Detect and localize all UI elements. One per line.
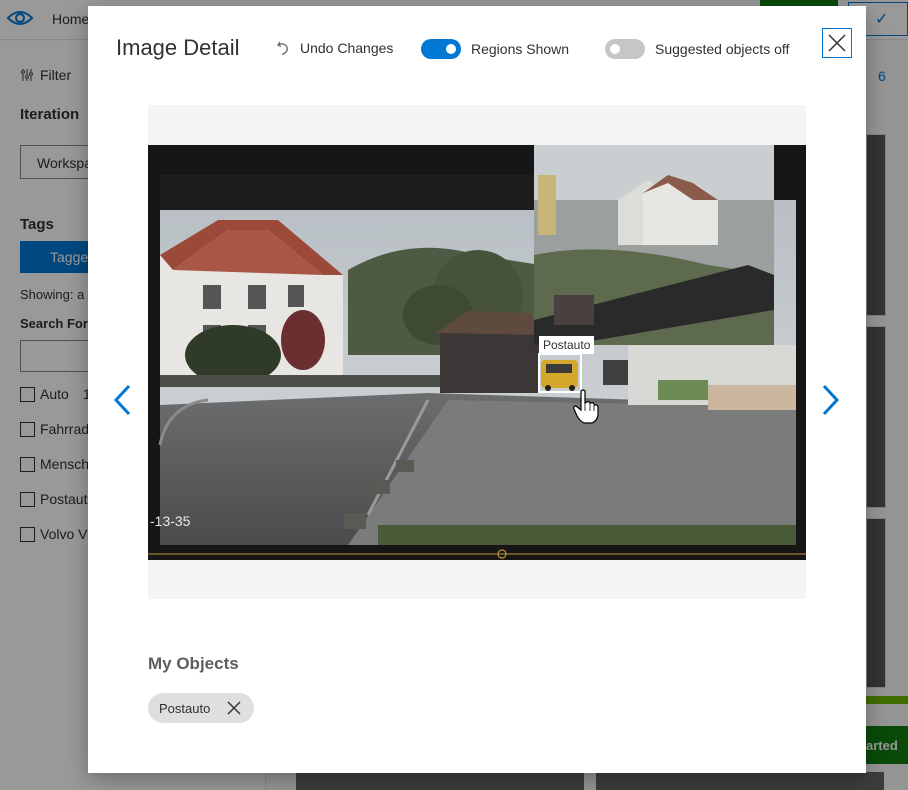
dialog-title: Image Detail bbox=[116, 35, 240, 60]
region-tag-label[interactable]: Postauto bbox=[539, 336, 595, 354]
hand-cursor-icon bbox=[573, 389, 599, 424]
chevron-left-icon bbox=[113, 384, 131, 416]
object-tag-chip[interactable]: Postauto bbox=[148, 693, 255, 723]
region-bounding-box[interactable] bbox=[538, 353, 582, 393]
suggested-objects-toggle[interactable] bbox=[605, 39, 645, 59]
close-button[interactable] bbox=[822, 28, 852, 58]
image-detail-dialog: Image Detail Undo Changes Regions Shown … bbox=[88, 6, 866, 773]
remove-tag-icon bbox=[227, 701, 241, 715]
regions-shown-label: Regions Shown bbox=[471, 41, 570, 57]
detail-image[interactable]: -13-35 bbox=[148, 145, 806, 560]
timestamp-overlay: -13-35 bbox=[150, 513, 191, 529]
chevron-right-icon bbox=[822, 384, 840, 416]
undo-changes-button[interactable]: Undo Changes bbox=[276, 40, 393, 56]
remove-tag-button[interactable] bbox=[226, 700, 242, 716]
undo-icon bbox=[277, 41, 288, 56]
object-tag-label: Postauto bbox=[159, 700, 211, 716]
regions-shown-toggle[interactable] bbox=[421, 39, 461, 59]
street-scene-image: -13-35 bbox=[148, 145, 806, 560]
undo-label: Undo Changes bbox=[300, 40, 394, 56]
toggle-knob bbox=[446, 44, 456, 54]
toggle-knob bbox=[610, 44, 620, 54]
next-image-button[interactable] bbox=[815, 380, 845, 420]
my-objects-heading: My Objects bbox=[148, 654, 239, 673]
close-icon bbox=[828, 34, 846, 52]
suggested-objects-label: Suggested objects off bbox=[655, 41, 790, 57]
previous-image-button[interactable] bbox=[108, 380, 138, 420]
